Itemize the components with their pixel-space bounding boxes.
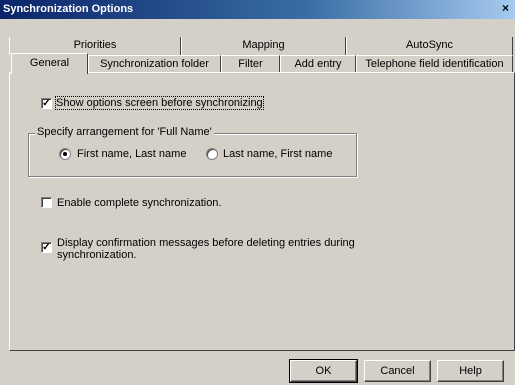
general-panel — [9, 72, 515, 351]
tab-filter[interactable]: Filter — [221, 55, 280, 72]
radio-selected-dot — [63, 152, 67, 156]
tab-mapping[interactable]: Mapping — [181, 37, 346, 55]
cancel-button[interactable]: Cancel — [364, 360, 431, 382]
tab-telephone-field-identification[interactable]: Telephone field identification — [356, 55, 513, 72]
tab-general[interactable]: General — [11, 53, 88, 74]
last-first-label[interactable]: Last name, First name — [223, 148, 332, 160]
first-last-radio[interactable] — [59, 148, 71, 160]
window-title: Synchronization Options — [3, 3, 134, 15]
help-button[interactable]: Help — [437, 360, 504, 382]
last-first-radio[interactable] — [206, 148, 218, 160]
tab-add-entry[interactable]: Add entry — [280, 55, 356, 72]
ok-button[interactable]: OK — [289, 359, 358, 383]
show-options-checkbox[interactable]: ✓ — [41, 98, 52, 109]
tab-autosync[interactable]: AutoSync — [346, 37, 513, 55]
tab-synchronization-folder[interactable]: Synchronization folder — [88, 55, 221, 72]
confirm-delete-label-line2[interactable]: synchronization. — [57, 249, 137, 261]
confirm-delete-checkbox[interactable]: ✓ — [41, 242, 52, 253]
title-bar: Synchronization Options × — [0, 0, 515, 19]
complete-sync-checkbox[interactable] — [41, 197, 52, 208]
show-options-label[interactable]: Show options screen before synchronizing — [55, 96, 264, 110]
confirm-delete-label-line1[interactable]: Display confirmation messages before del… — [57, 237, 355, 249]
close-icon[interactable]: × — [498, 2, 513, 16]
complete-sync-label[interactable]: Enable complete synchronization. — [57, 197, 221, 209]
first-last-label[interactable]: First name, Last name — [77, 148, 186, 160]
